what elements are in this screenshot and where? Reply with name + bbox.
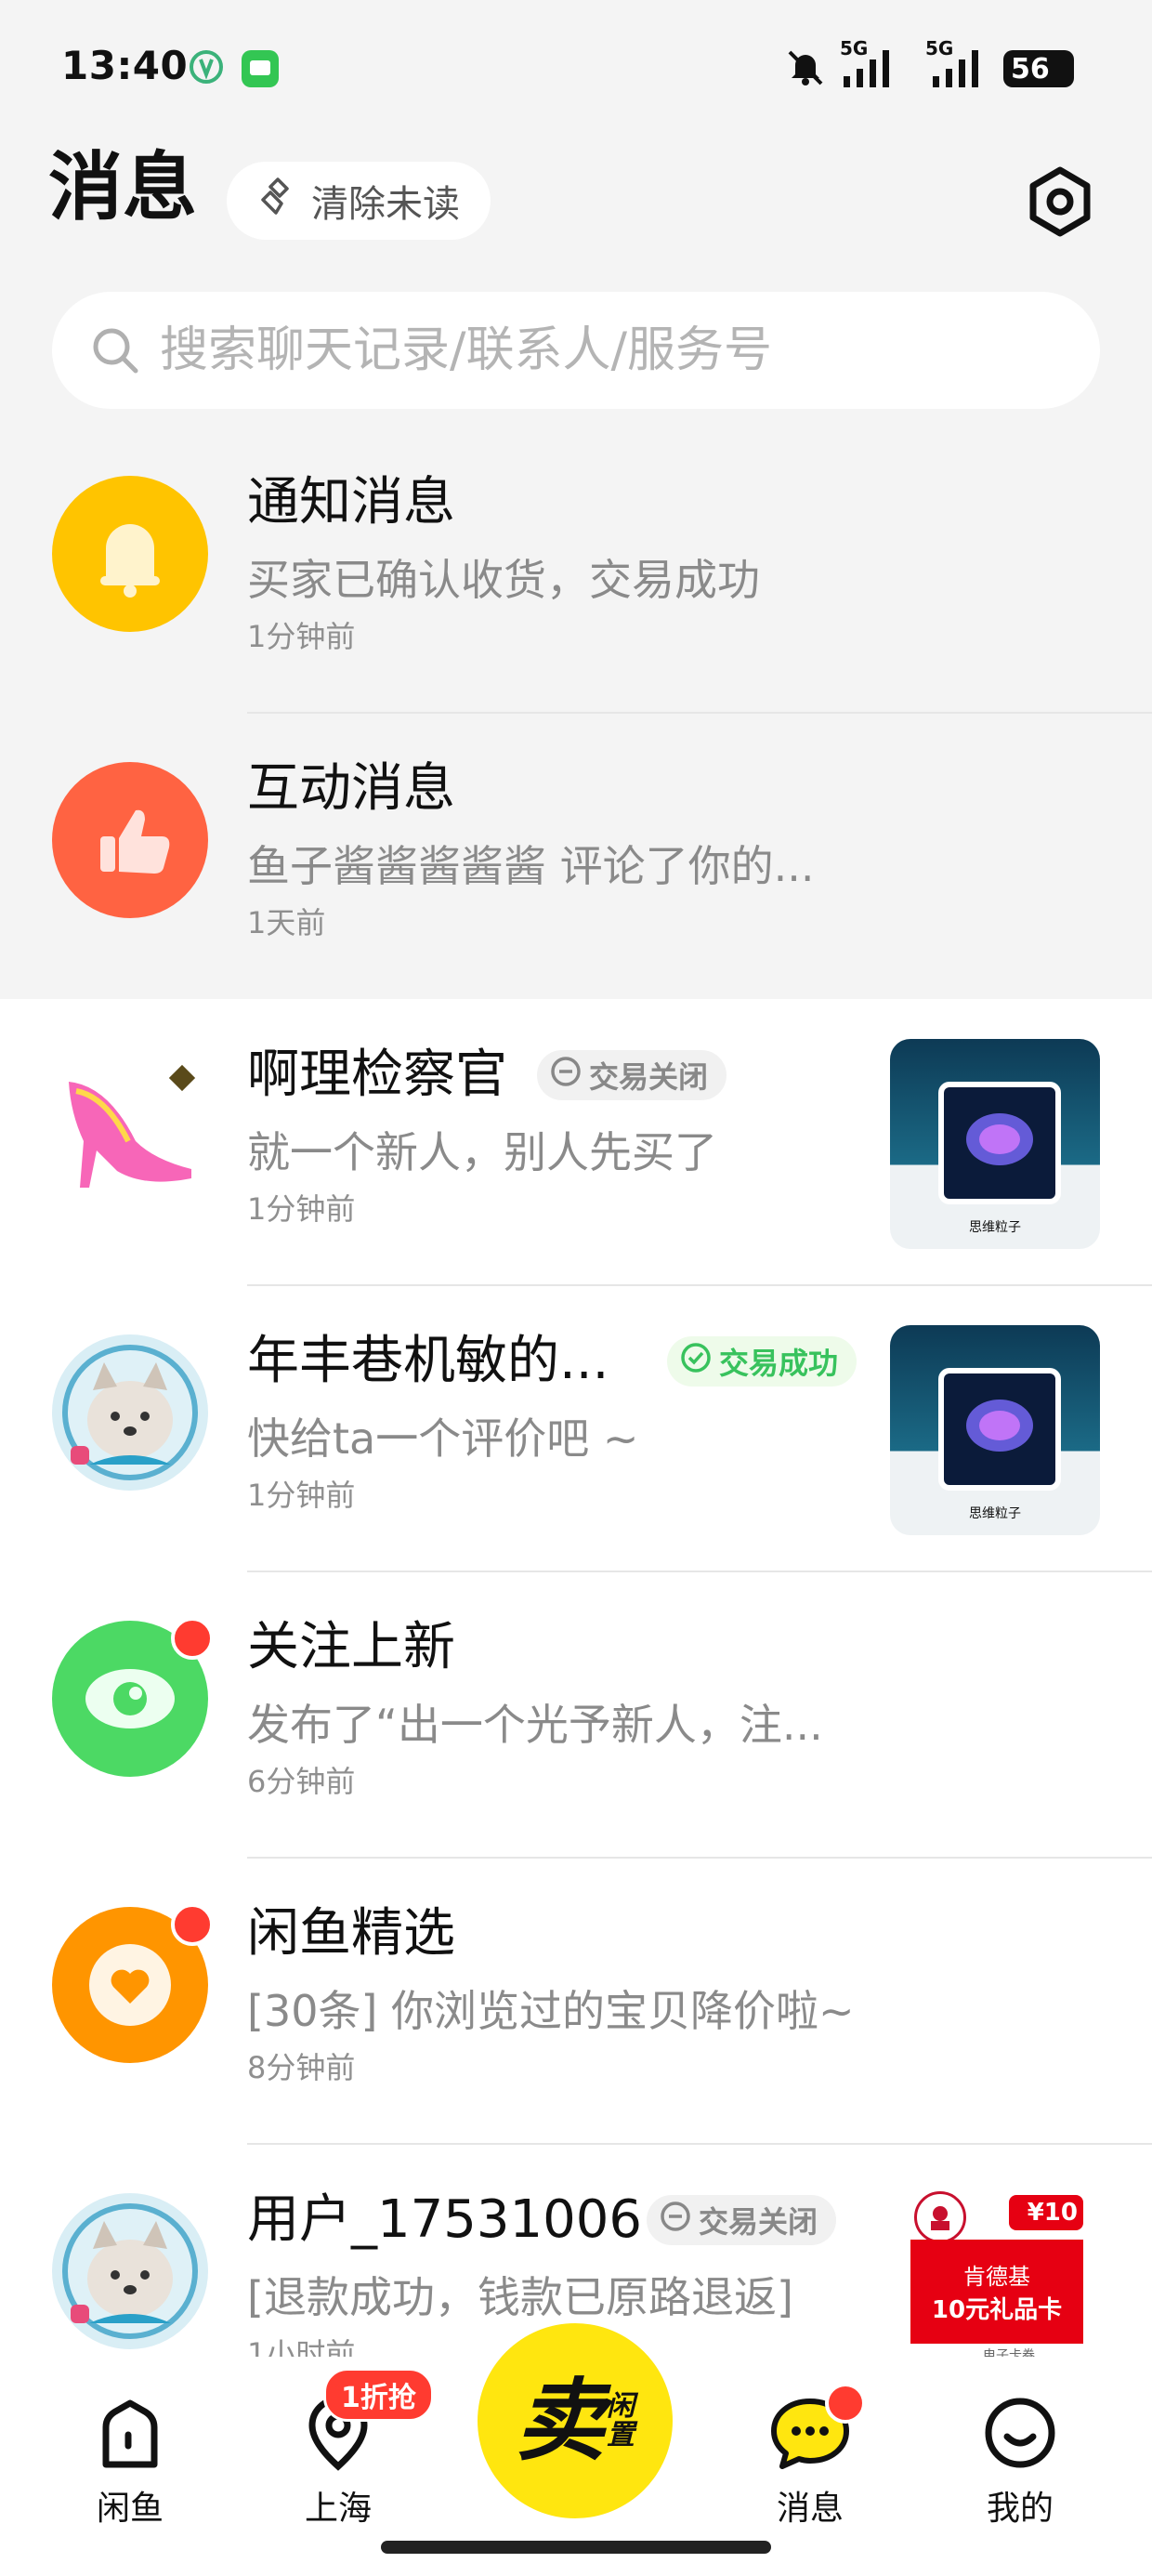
brain-image: [938, 1082, 1061, 1204]
card-brand: 肯德基: [963, 2264, 1030, 2290]
thumbs-up-icon: [52, 809, 208, 918]
battery-icon: 56: [1003, 50, 1074, 87]
search-input[interactable]: [158, 322, 998, 379]
smile-icon: [981, 2394, 1059, 2476]
conversation-row-notifications[interactable]: 通知消息 买家已确认收货，交易成功 1分钟前: [0, 427, 1152, 714]
unread-dot: [171, 1617, 214, 1660]
conversation-preview: 鱼子酱酱酱酱酱 评论了你的...: [247, 841, 815, 891]
conversation-time: 8分钟前: [247, 2050, 356, 2085]
search-bar[interactable]: [52, 292, 1100, 409]
item-thumbnail[interactable]: 思维粒子: [890, 1325, 1100, 1535]
heart-icon: [52, 1944, 208, 2063]
status-badge: 交易成功: [667, 1336, 857, 1387]
conversation-row-user[interactable]: 年丰巷机敏的... 交易成功 快给ta一个评价吧 ~ 1分钟前 思维粒子: [0, 1286, 1152, 1572]
sell-button[interactable]: 卖 闲 置: [478, 2323, 673, 2518]
search-icon: [89, 324, 141, 376]
sell-sub-label-2: 置: [607, 2419, 635, 2451]
thumbnail-caption: 思维粒子: [969, 1220, 1021, 1235]
cat-avatar-icon: [52, 2203, 208, 2349]
signal-2-icon: [925, 48, 985, 93]
conversation-time: 1天前: [247, 905, 326, 940]
conversation-preview: 就一个新人，别人先买了: [247, 1127, 717, 1177]
conversation-name: 通知消息: [247, 472, 455, 532]
conversation-row-user[interactable]: 啊理检察官 交易关闭 就一个新人，别人先买了 1分钟前 思维粒子: [0, 1000, 1152, 1286]
status-time: 13:40: [61, 43, 189, 88]
conversation-time: 1分钟前: [247, 1478, 356, 1513]
avatar: [52, 476, 208, 632]
conversation-name: 关注上新: [247, 1617, 455, 1677]
nav-item-profile[interactable]: 我的: [946, 2394, 1094, 2530]
conversation-time: 1分钟前: [247, 1191, 356, 1227]
status-badge: 交易关闭: [537, 1050, 727, 1100]
gift-card: 肯德基 10元礼品卡: [910, 2240, 1083, 2344]
nav-label: 闲鱼: [96, 2490, 164, 2528]
conversation-preview: [退款成功，钱款已原路退返]: [247, 2272, 793, 2322]
avatar: [52, 762, 208, 918]
clear-unread-label: 清除未读: [311, 183, 460, 226]
kfc-logo-icon: [914, 2191, 966, 2243]
status-badge-label: 交易关闭: [699, 2204, 818, 2240]
check-circle-icon: [680, 1342, 712, 1381]
gear-icon: [1024, 165, 1096, 242]
card-value: 10元礼品卡: [931, 2296, 1063, 2324]
conversation-name: 年丰巷机敏的...: [247, 1331, 609, 1391]
page-title: 消息: [48, 144, 197, 230]
avatar: [52, 1334, 208, 1491]
conversation-preview: [30条] 你浏览过的宝贝降价啦~: [247, 1986, 855, 2036]
nav-label: 消息: [776, 2490, 844, 2528]
unread-dot: [171, 1903, 214, 1946]
status-badge: 交易关闭: [647, 2195, 837, 2245]
signal-1-icon: [840, 48, 896, 93]
status-badge-label: 交易关闭: [589, 1059, 709, 1095]
nav-label: 我的: [986, 2490, 1054, 2528]
eye-icon: [52, 1669, 208, 1777]
nav-label: 上海: [304, 2490, 372, 2528]
clear-unread-button[interactable]: 清除未读: [227, 162, 491, 240]
broom-icon: [257, 176, 298, 226]
promo-badge: 1折抢: [323, 2368, 434, 2422]
thumbnail-caption: 思维粒子: [969, 1506, 1021, 1521]
mute-icon: [784, 46, 827, 93]
avatar: [52, 1048, 208, 1204]
app-notification-icon: [188, 48, 225, 89]
conversation-row-interactions[interactable]: 互动消息 鱼子酱酱酱酱酱 评论了你的... 1天前: [0, 714, 1152, 1000]
home-indicator[interactable]: [381, 2541, 771, 2554]
status-badge-label: 交易成功: [719, 1346, 839, 1381]
message-app-icon: [240, 48, 281, 93]
conversation-preview: 发布了“出一个光予新人，注...: [247, 1700, 823, 1750]
sell-label: 卖: [516, 2369, 605, 2473]
minus-circle-icon: [550, 1056, 582, 1095]
sell-sub-label: 闲 置: [605, 2389, 635, 2451]
conversation-preview: 买家已确认收货，交易成功: [247, 555, 760, 605]
status-bar: 13:40 5G 5G 56: [0, 0, 1152, 139]
brain-image: [938, 1368, 1061, 1491]
minus-circle-icon: [660, 2201, 691, 2240]
item-thumbnail[interactable]: 思维粒子: [890, 1039, 1100, 1249]
unread-dot: [825, 2383, 866, 2424]
settings-button[interactable]: [1022, 165, 1098, 242]
high-heel-icon: [52, 1064, 208, 1204]
battery-level: 56: [1011, 52, 1050, 85]
conversation-row-follow-updates[interactable]: 关注上新 发布了“出一个光予新人，注... 6分钟前: [0, 1572, 1152, 1859]
sell-sub-label-1: 闲: [607, 2389, 635, 2423]
conversation-time: 6分钟前: [247, 1764, 356, 1799]
conversation-name: 闲鱼精选: [247, 1903, 455, 1964]
conversation-name: 用户_17531006: [247, 2189, 643, 2250]
conversation-preview: 快给ta一个评价吧 ~: [247, 1413, 639, 1464]
conversation-name: 啊理检察官: [247, 1045, 507, 1105]
conversation-name: 互动消息: [247, 758, 455, 819]
card-price: ¥10: [1009, 2195, 1083, 2230]
bell-icon: [52, 524, 208, 632]
avatar: [52, 2193, 208, 2349]
home-icon: [91, 2394, 169, 2476]
conversation-row-featured[interactable]: 闲鱼精选 [30条] 你浏览过的宝贝降价啦~ 8分钟前: [0, 1859, 1152, 2145]
conversation-time: 1分钟前: [247, 619, 356, 654]
nav-item-home[interactable]: 闲鱼: [56, 2394, 204, 2530]
cat-avatar-icon: [52, 1345, 208, 1491]
